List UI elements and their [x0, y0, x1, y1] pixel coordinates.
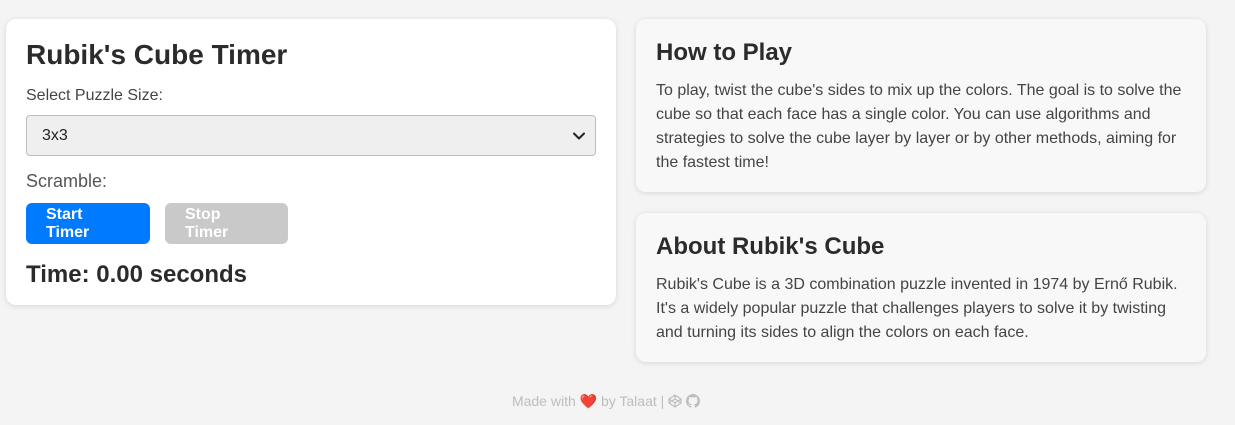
timer-buttons: Start Timer Stop Timer	[26, 203, 596, 244]
chevron-down-icon	[571, 128, 587, 144]
timer-card: Rubik's Cube Timer Select Puzzle Size: 3…	[6, 19, 616, 305]
timer-title: Rubik's Cube Timer	[26, 39, 288, 70]
how-to-play-title: How to Play	[656, 39, 793, 66]
scramble-label: Scramble:	[26, 171, 108, 191]
puzzle-size-select[interactable]: 3x3	[26, 115, 596, 156]
about-title: About Rubik's Cube	[656, 233, 885, 260]
codepen-icon[interactable]	[668, 394, 682, 412]
footer-author: by Talaat	[600, 393, 657, 409]
about-text: Rubik's Cube is a 3D combination puzzle …	[656, 276, 1178, 341]
how-to-play-card: How to Play To play, twist the cube's si…	[636, 19, 1206, 192]
how-to-play-text: To play, twist the cube's sides to mix u…	[656, 82, 1182, 171]
footer: Made with ❤️ by Talaat |	[0, 392, 1212, 412]
about-card: About Rubik's Cube Rubik's Cube is a 3D …	[636, 213, 1206, 362]
stop-timer-button[interactable]: Stop Timer	[165, 203, 288, 244]
start-timer-button[interactable]: Start Timer	[26, 203, 150, 244]
heart-icon: ❤️	[579, 393, 598, 409]
github-icon[interactable]	[686, 394, 701, 412]
footer-separator: |	[660, 393, 665, 409]
footer-made-with: Made with	[511, 393, 576, 409]
time-display: Time: 0.00 seconds	[26, 261, 247, 288]
puzzle-size-label: Select Puzzle Size:	[26, 87, 163, 104]
puzzle-size-value: 3x3	[42, 126, 68, 144]
